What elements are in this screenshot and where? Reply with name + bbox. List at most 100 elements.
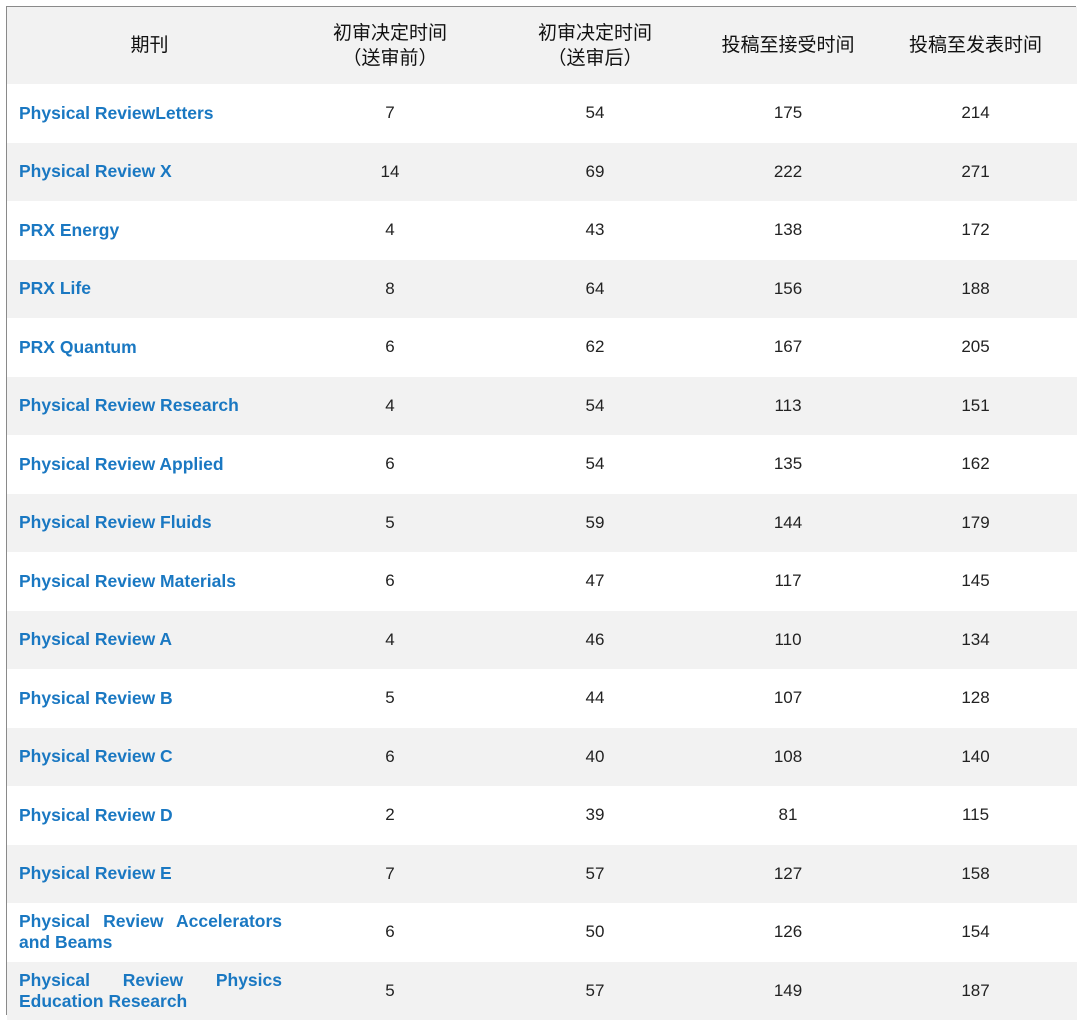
submission-to-publication-cell: 271 — [874, 143, 1077, 202]
table-row: Physical Review D23981115 — [7, 786, 1077, 845]
initial-decision-after-review-cell: 64 — [488, 260, 702, 319]
header-initial-decision-after-review: 初审决定时间 （送审后） — [488, 7, 702, 84]
journal-cell: PRX Energy — [7, 201, 292, 260]
header-journal: 期刊 — [7, 7, 292, 84]
submission-to-acceptance-cell: 117 — [702, 552, 874, 611]
submission-to-acceptance-cell: 222 — [702, 143, 874, 202]
submission-to-acceptance-cell: 127 — [702, 845, 874, 904]
journal-cell: Physical Review Research — [7, 377, 292, 436]
initial-decision-before-review-cell: 6 — [292, 435, 488, 494]
submission-to-acceptance-cell: 138 — [702, 201, 874, 260]
submission-to-acceptance-cell: 113 — [702, 377, 874, 436]
submission-to-acceptance-cell: 81 — [702, 786, 874, 845]
journal-link[interactable]: Physical Review C — [19, 746, 173, 766]
submission-to-acceptance-cell: 144 — [702, 494, 874, 553]
initial-decision-before-review-cell: 7 — [292, 845, 488, 904]
table-row: Physical Review E757127158 — [7, 845, 1077, 904]
journal-link[interactable]: Physical ReviewLetters — [19, 103, 214, 123]
submission-to-publication-cell: 145 — [874, 552, 1077, 611]
submission-to-publication-cell: 188 — [874, 260, 1077, 319]
journal-link[interactable]: Physical Review E — [19, 863, 172, 883]
initial-decision-after-review-cell: 39 — [488, 786, 702, 845]
journal-timeline-table-frame: 期刊 初审决定时间 （送审前） 初审决定时间 （送审后） 投稿至接受时间 投稿至… — [6, 6, 1076, 1015]
journal-cell: Physical Review C — [7, 728, 292, 787]
initial-decision-before-review-cell: 4 — [292, 201, 488, 260]
submission-to-publication-cell: 134 — [874, 611, 1077, 670]
table-row: PRX Energy 443138172 — [7, 201, 1077, 260]
journal-link[interactable]: Physical Review Materials — [19, 571, 236, 591]
submission-to-publication-cell: 214 — [874, 84, 1077, 143]
table-row: Physical Review Fluids559144179 — [7, 494, 1077, 553]
submission-to-acceptance-cell: 156 — [702, 260, 874, 319]
initial-decision-before-review-cell: 6 — [292, 903, 488, 962]
submission-to-publication-cell: 205 — [874, 318, 1077, 377]
journal-link[interactable]: Physical Review B — [19, 688, 173, 708]
header-submission-to-acceptance: 投稿至接受时间 — [702, 7, 874, 84]
submission-to-acceptance-cell: 167 — [702, 318, 874, 377]
initial-decision-before-review-cell: 5 — [292, 494, 488, 553]
table-row: Physical Review Applied654135162 — [7, 435, 1077, 494]
journal-cell: Physical Review Materials — [7, 552, 292, 611]
table-row: Physical Review C640108140 — [7, 728, 1077, 787]
submission-to-publication-cell: 151 — [874, 377, 1077, 436]
submission-to-publication-cell: 179 — [874, 494, 1077, 553]
initial-decision-after-review-cell: 54 — [488, 377, 702, 436]
submission-to-publication-cell: 187 — [874, 962, 1077, 1020]
header-initial-decision-before-review: 初审决定时间 （送审前） — [292, 7, 488, 84]
submission-to-acceptance-cell: 107 — [702, 669, 874, 728]
initial-decision-after-review-cell: 50 — [488, 903, 702, 962]
submission-to-publication-cell: 140 — [874, 728, 1077, 787]
table-row: PRX Quantum662167205 — [7, 318, 1077, 377]
journal-cell: PRX Quantum — [7, 318, 292, 377]
initial-decision-after-review-cell: 43 — [488, 201, 702, 260]
submission-to-acceptance-cell: 135 — [702, 435, 874, 494]
initial-decision-before-review-cell: 14 — [292, 143, 488, 202]
initial-decision-before-review-cell: 8 — [292, 260, 488, 319]
journal-link[interactable]: Physical Review Fluids — [19, 512, 212, 532]
submission-to-acceptance-cell: 126 — [702, 903, 874, 962]
journal-link[interactable]: Physical Review Research — [19, 395, 239, 415]
table-row: PRX Life 864156188 — [7, 260, 1077, 319]
submission-to-publication-cell: 128 — [874, 669, 1077, 728]
submission-to-publication-cell: 172 — [874, 201, 1077, 260]
initial-decision-after-review-cell: 57 — [488, 845, 702, 904]
table-row: Physical Review Research 454113151 — [7, 377, 1077, 436]
initial-decision-before-review-cell: 6 — [292, 552, 488, 611]
table-row: Physical Review A446110134 — [7, 611, 1077, 670]
initial-decision-after-review-cell: 57 — [488, 962, 702, 1020]
initial-decision-after-review-cell: 62 — [488, 318, 702, 377]
submission-to-acceptance-cell: 149 — [702, 962, 874, 1020]
journal-cell: Physical Review B — [7, 669, 292, 728]
table-row: Physical Review X1469222271 — [7, 143, 1077, 202]
initial-decision-before-review-cell: 5 — [292, 962, 488, 1020]
submission-to-publication-cell: 162 — [874, 435, 1077, 494]
journal-link[interactable]: Physical Review Physics Education Resear… — [19, 970, 282, 1012]
initial-decision-after-review-cell: 47 — [488, 552, 702, 611]
journal-link[interactable]: Physical Review D — [19, 805, 173, 825]
journal-cell: Physical Review A — [7, 611, 292, 670]
table-row: Physical Review B544107128 — [7, 669, 1077, 728]
journal-link[interactable]: Physical Review X — [19, 161, 172, 181]
initial-decision-after-review-cell: 46 — [488, 611, 702, 670]
journal-link[interactable]: PRX Energy — [19, 220, 119, 240]
journal-link[interactable]: Physical Review Accelerators and Beams — [19, 911, 282, 953]
header-submission-to-publication: 投稿至发表时间 — [874, 7, 1077, 84]
header-row: 期刊 初审决定时间 （送审前） 初审决定时间 （送审后） 投稿至接受时间 投稿至… — [7, 7, 1077, 84]
table-row: Physical Review Physics Education Resear… — [7, 962, 1077, 1020]
journal-link[interactable]: Physical Review Applied — [19, 454, 224, 474]
submission-to-acceptance-cell: 108 — [702, 728, 874, 787]
journal-cell: Physical Review E — [7, 845, 292, 904]
initial-decision-after-review-cell: 54 — [488, 84, 702, 143]
journal-cell: Physical Review Accelerators and Beams — [7, 903, 292, 962]
journal-cell: Physical Review Applied — [7, 435, 292, 494]
table-row: Physical ReviewLetters754175214 — [7, 84, 1077, 143]
journal-cell: Physical Review X — [7, 143, 292, 202]
initial-decision-before-review-cell: 2 — [292, 786, 488, 845]
submission-to-publication-cell: 154 — [874, 903, 1077, 962]
journal-link[interactable]: PRX Quantum — [19, 337, 137, 357]
table-row: Physical Review Materials 647117145 — [7, 552, 1077, 611]
journal-link[interactable]: Physical Review A — [19, 629, 172, 649]
initial-decision-before-review-cell: 4 — [292, 377, 488, 436]
journal-link[interactable]: PRX Life — [19, 278, 91, 298]
journal-cell: Physical ReviewLetters — [7, 84, 292, 143]
